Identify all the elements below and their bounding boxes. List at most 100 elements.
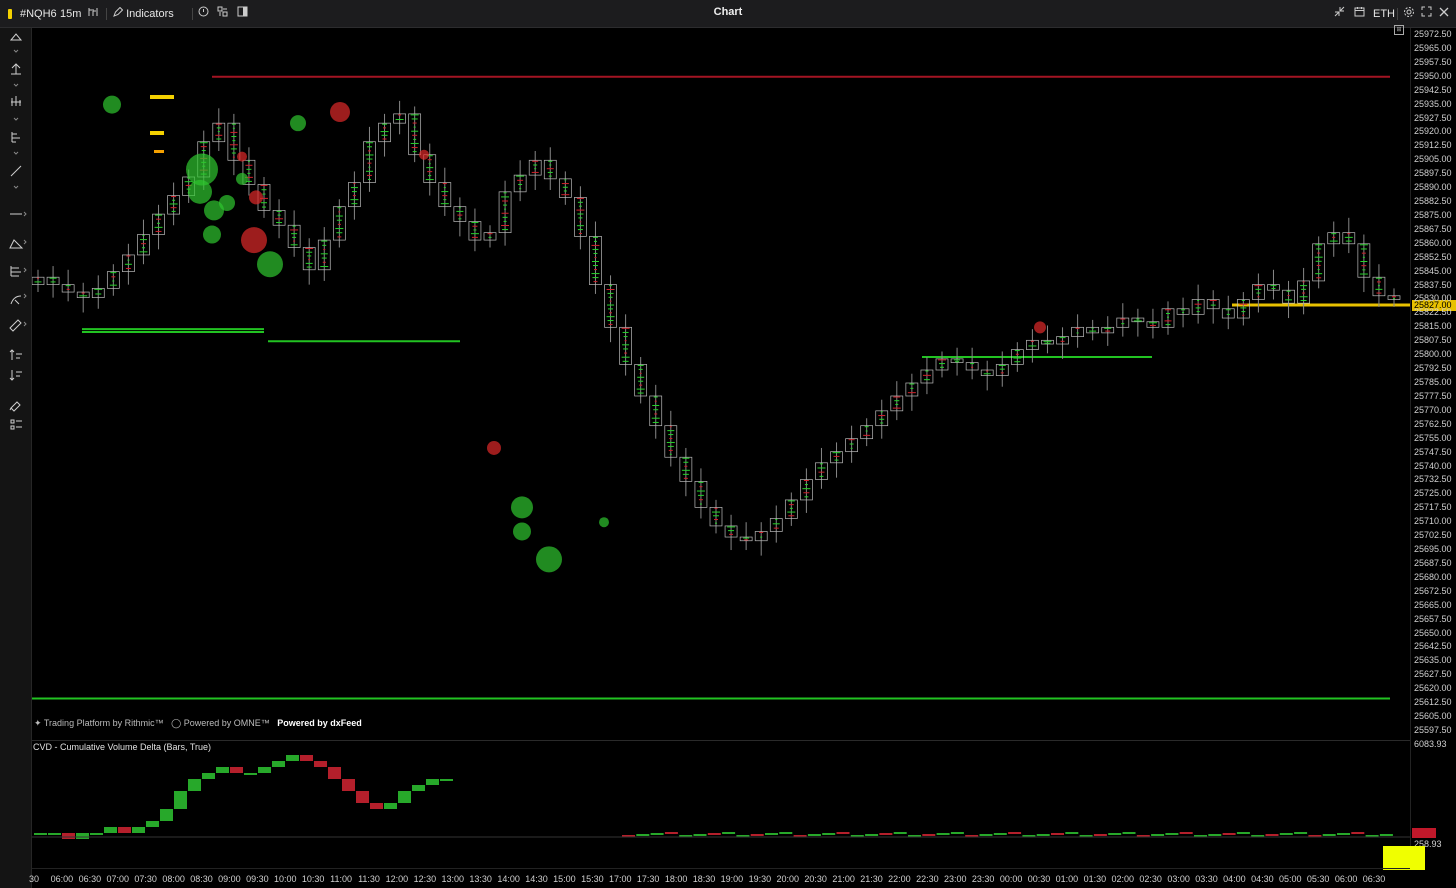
chart-canvas[interactable] <box>31 28 1410 740</box>
volume-bubble <box>188 179 212 204</box>
settings-icon[interactable] <box>1403 6 1415 23</box>
chevron-down-icon[interactable] <box>13 49 19 53</box>
candle <box>91 275 105 309</box>
time-tick-label: 08:30 <box>190 874 213 884</box>
price-tick-label: 25860.00 <box>1414 237 1452 248</box>
calendar-icon[interactable] <box>1354 6 1365 22</box>
price-tick-label: 25882.50 <box>1414 196 1452 207</box>
candle <box>137 219 150 265</box>
candle <box>1221 295 1235 330</box>
cvd-bar <box>104 827 117 833</box>
candle <box>528 151 542 190</box>
chevron-down-icon[interactable] <box>13 117 19 121</box>
time-tick-label: 04:30 <box>1251 874 1274 884</box>
volume-marker <box>150 95 174 99</box>
sort-desc-icon[interactable] <box>9 370 22 381</box>
candle <box>965 347 979 380</box>
hline-icon[interactable] <box>10 211 27 217</box>
sort-asc-icon[interactable] <box>9 349 22 360</box>
cvd-bar <box>993 833 1007 835</box>
candle <box>1146 308 1160 339</box>
session-selector[interactable]: ETH <box>1373 6 1395 22</box>
cvd-bar <box>865 834 879 836</box>
time-tick-label: 03:30 <box>1195 874 1218 884</box>
candle <box>1206 290 1220 324</box>
candle <box>1342 217 1356 254</box>
line-icon[interactable] <box>10 165 22 177</box>
bars-icon[interactable] <box>11 96 21 106</box>
columns-icon[interactable] <box>11 132 20 143</box>
price-axis[interactable]: 25827.00 25972.50 25965.00 25957.50 25950.0… <box>1410 28 1456 740</box>
price-tick-label: 25852.50 <box>1414 251 1452 262</box>
time-tick-label: 00:00 <box>999 874 1023 884</box>
candle <box>875 399 889 439</box>
time-tick-label: 18:00 <box>664 874 688 884</box>
cvd-bar <box>1337 833 1350 835</box>
fib-icon[interactable] <box>10 266 27 277</box>
shape-icon[interactable] <box>9 239 27 249</box>
price-tick-label: 25920.00 <box>1414 126 1452 137</box>
time-tick-label: 21:00 <box>832 874 855 884</box>
pitchfork-icon[interactable] <box>10 293 27 305</box>
cvd-bar <box>188 779 201 791</box>
time-tick-label: 04:00 <box>1223 874 1246 884</box>
chevron-down-icon[interactable] <box>13 83 19 87</box>
ruler-icon[interactable] <box>9 319 27 332</box>
candle <box>649 384 663 439</box>
list-icon[interactable] <box>10 419 22 430</box>
cvd-indicator-title[interactable]: CVD - Cumulative Volume Delta (Bars, Tru… <box>33 742 211 752</box>
volume-marker <box>154 150 164 153</box>
price-chart[interactable]: ⊞ <box>31 25 1410 740</box>
volume-bubble <box>219 194 235 211</box>
cvd-bar <box>836 832 850 834</box>
candle <box>815 447 828 489</box>
time-tick-label: 15:00 <box>553 874 576 884</box>
candle <box>589 221 602 294</box>
price-tick-label: 25942.50 <box>1414 84 1452 95</box>
arrow-up-icon[interactable] <box>11 63 21 75</box>
volume-bubble <box>290 115 306 132</box>
time-axis[interactable]: 30 06:00 06:30 07:00 07:30 08:00 08:30 09:00 09:… <box>29 868 1410 888</box>
cvd-value-marker <box>1412 828 1436 838</box>
price-tick-label: 25800.00 <box>1414 349 1452 360</box>
expand-icon[interactable]: ⊞ <box>1394 25 1404 35</box>
cvd-bar <box>936 833 950 835</box>
price-tick-label: 25665.00 <box>1414 599 1452 610</box>
close-icon[interactable] <box>1439 6 1449 22</box>
price-tick-label: 25650.00 <box>1414 627 1452 638</box>
cvd-bar <box>1122 832 1136 834</box>
cvd-bar <box>1279 833 1293 835</box>
price-tick-label: 25762.50 <box>1414 418 1452 429</box>
cvd-panel[interactable] <box>32 740 1410 868</box>
collapse-icon[interactable] <box>1334 6 1345 22</box>
drawing-toolbar <box>0 28 32 888</box>
candle <box>604 275 617 343</box>
chevron-down-icon[interactable] <box>13 185 19 189</box>
brush-icon[interactable] <box>9 401 21 412</box>
cvd-bar <box>384 803 397 809</box>
candle <box>679 447 693 497</box>
candle <box>348 171 361 220</box>
volume-bubble <box>330 102 350 123</box>
triangle-icon[interactable] <box>9 33 23 41</box>
candle <box>1056 327 1069 359</box>
cvd-bar <box>650 833 664 835</box>
cvd-bar <box>765 833 778 835</box>
volume-bubble <box>257 251 283 278</box>
volume-bubble <box>203 225 221 244</box>
candle <box>227 113 241 176</box>
candle <box>287 210 301 257</box>
cvd-bar <box>1265 834 1279 836</box>
maximize-icon[interactable] <box>1421 6 1432 22</box>
time-tick-label: 22:00 <box>888 874 911 884</box>
cvd-bar <box>822 833 836 835</box>
time-tick-label: 11:30 <box>358 874 380 884</box>
cvd-canvas[interactable] <box>32 741 1410 869</box>
time-tick-label: 06:00 <box>50 874 74 884</box>
time-tick-label: 02:30 <box>1139 874 1162 884</box>
cvd-bar <box>1294 832 1308 834</box>
price-tick-label: 25777.50 <box>1414 390 1452 401</box>
cvd-bar <box>1179 832 1193 834</box>
chevron-down-icon[interactable] <box>13 151 19 155</box>
cvd-bar <box>1236 832 1250 834</box>
